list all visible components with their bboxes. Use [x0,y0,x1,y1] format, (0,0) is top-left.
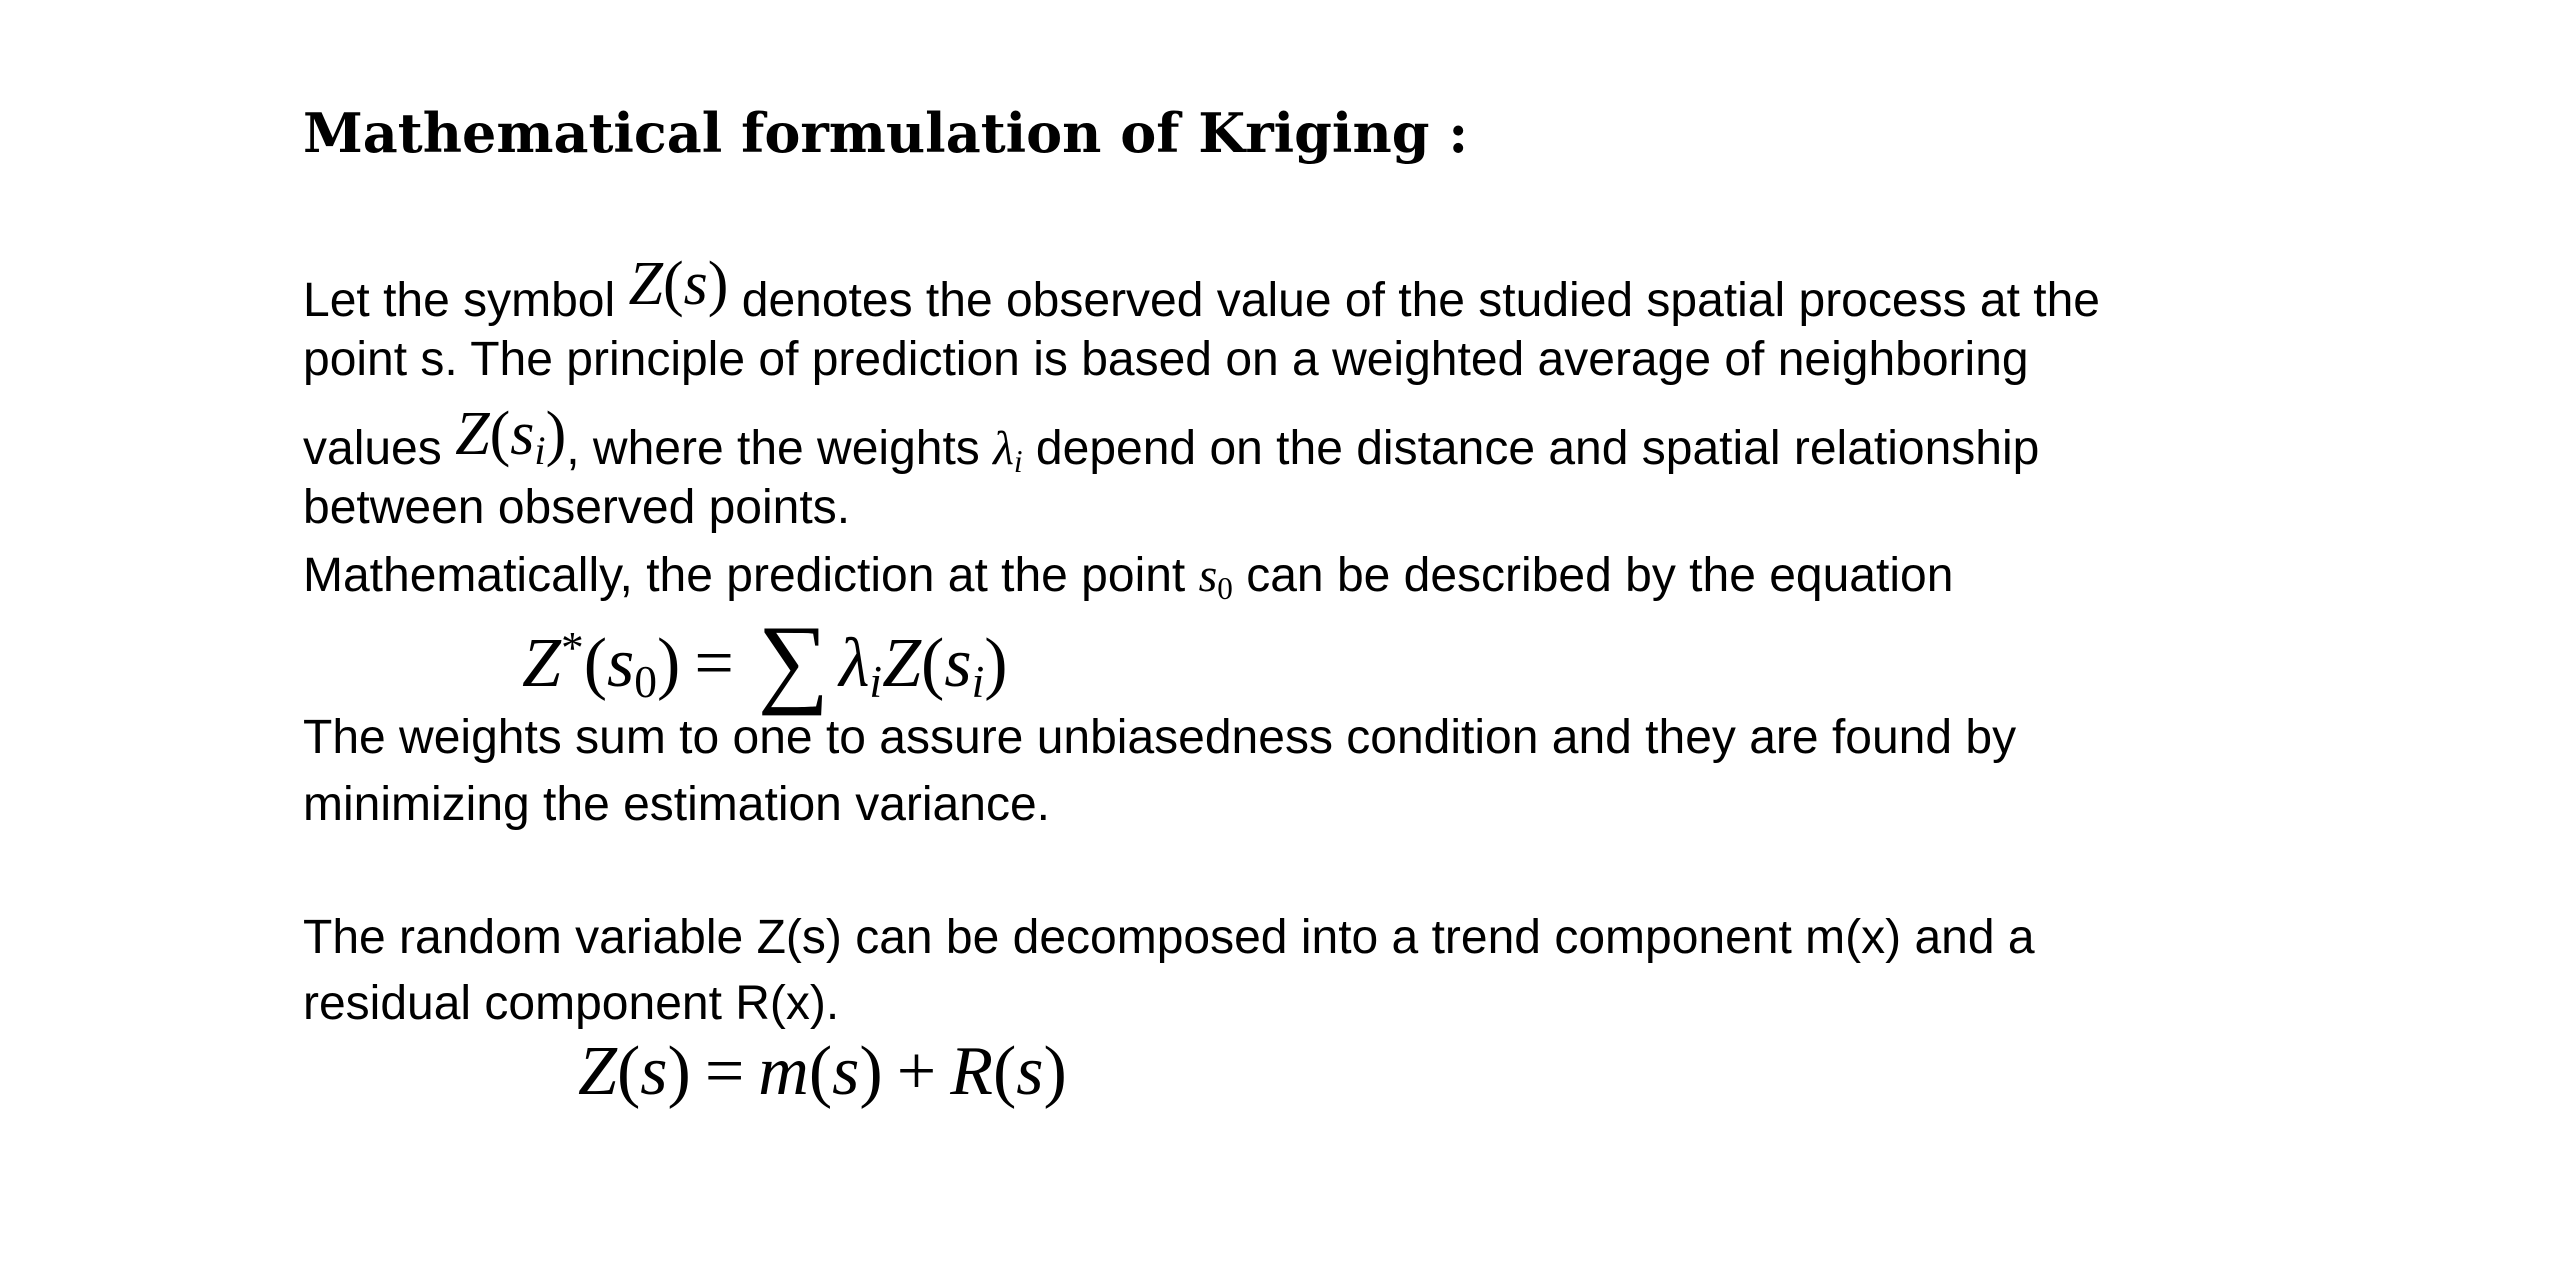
document-page: Mathematical formulation of Kriging : Le… [0,0,2550,1286]
math-var-s: s [683,250,708,318]
math-var-s: s [640,1033,668,1110]
math-lparen: ( [662,250,684,318]
math-rparen: ) [707,250,729,318]
math-rparen: ) [984,624,1008,702]
math-var-lambda: λ [839,624,870,702]
math-plus: + [896,1033,937,1110]
math-sub-i: i [1013,443,1023,479]
math-lparen: ( [808,1033,833,1110]
paragraph-2-line-2: minimizing the estimation variance. [303,778,1050,831]
math-var-s: s [1198,549,1218,602]
math-sub-i: i [869,656,883,708]
math-rparen: ) [545,400,567,468]
math-var-s: s [944,624,972,702]
math-rparen: ) [1043,1033,1067,1110]
text-segment: Let the symbol [303,274,629,327]
math-rparen: ) [667,1033,691,1110]
math-var-z: Z [578,1033,617,1110]
math-lparen: ( [616,1033,641,1110]
text-segment: depend on the distance and spatial relat… [1022,422,2040,475]
math-var-z: Z [522,624,561,702]
text-segment: values [303,422,456,475]
math-var-s: s [607,624,635,702]
math-sub-i: i [534,428,546,474]
math-lambda-i: λi [993,422,1022,479]
math-var-z: Z [882,624,922,702]
math-z-of-s: Z(s) [629,250,729,318]
math-var-s: s [832,1033,860,1110]
paragraph-1-line-2: point s. The principle of prediction is … [303,333,2029,386]
math-var-s: s [1016,1033,1044,1110]
math-sup-star: * [560,622,584,673]
math-lparen: ( [921,624,945,702]
paragraph-1-line-1: Let the symbol Z(s) denotes the observed… [303,253,2100,331]
math-sub-i: i [971,656,985,708]
math-var-s: s [510,400,535,468]
paragraph-1-line-4: between observed points. [303,481,851,534]
page-title: Mathematical formulation of Kriging : [303,101,1469,165]
math-var-z: Z [455,400,490,468]
math-lparen: ( [583,624,607,702]
math-z-of-s-i: Z(si) [455,400,567,473]
text-segment: denotes the observed value of the studie… [728,274,2100,327]
math-var-m: m [758,1033,809,1110]
math-var-r: R [950,1033,993,1110]
trend-residual-equation: Z(s) = m(s) + R(s) [578,1032,1067,1112]
math-rparen: ) [859,1033,883,1110]
text-segment: , where the weights [566,422,994,475]
math-rparen: ) [657,624,681,702]
paragraph-3-line-1: The random variable Z(s) can be decompos… [303,911,2035,964]
math-sum-sign: ∑ [757,604,830,716]
math-equals: = [704,1033,745,1110]
math-sub-zero: 0 [634,656,657,708]
math-lparen: ( [489,400,511,468]
paragraph-2-line-1: The weights sum to one to assure unbiase… [303,711,2017,764]
text-segment: Mathematically, the prediction at the po… [303,549,1199,602]
math-var-z: Z [628,250,663,318]
math-equals: = [694,624,734,702]
math-lparen: ( [992,1033,1017,1110]
math-sub-zero: 0 [1217,570,1233,606]
paragraph-3-line-2: residual component R(x). [303,977,840,1030]
text-segment: can be described by the equation [1232,549,1954,602]
math-var-lambda: λ [993,422,1014,475]
kriging-prediction-equation: Z*(s0) = ∑ λiZ(si) [522,608,1008,722]
math-s-zero: s0 [1198,549,1233,606]
